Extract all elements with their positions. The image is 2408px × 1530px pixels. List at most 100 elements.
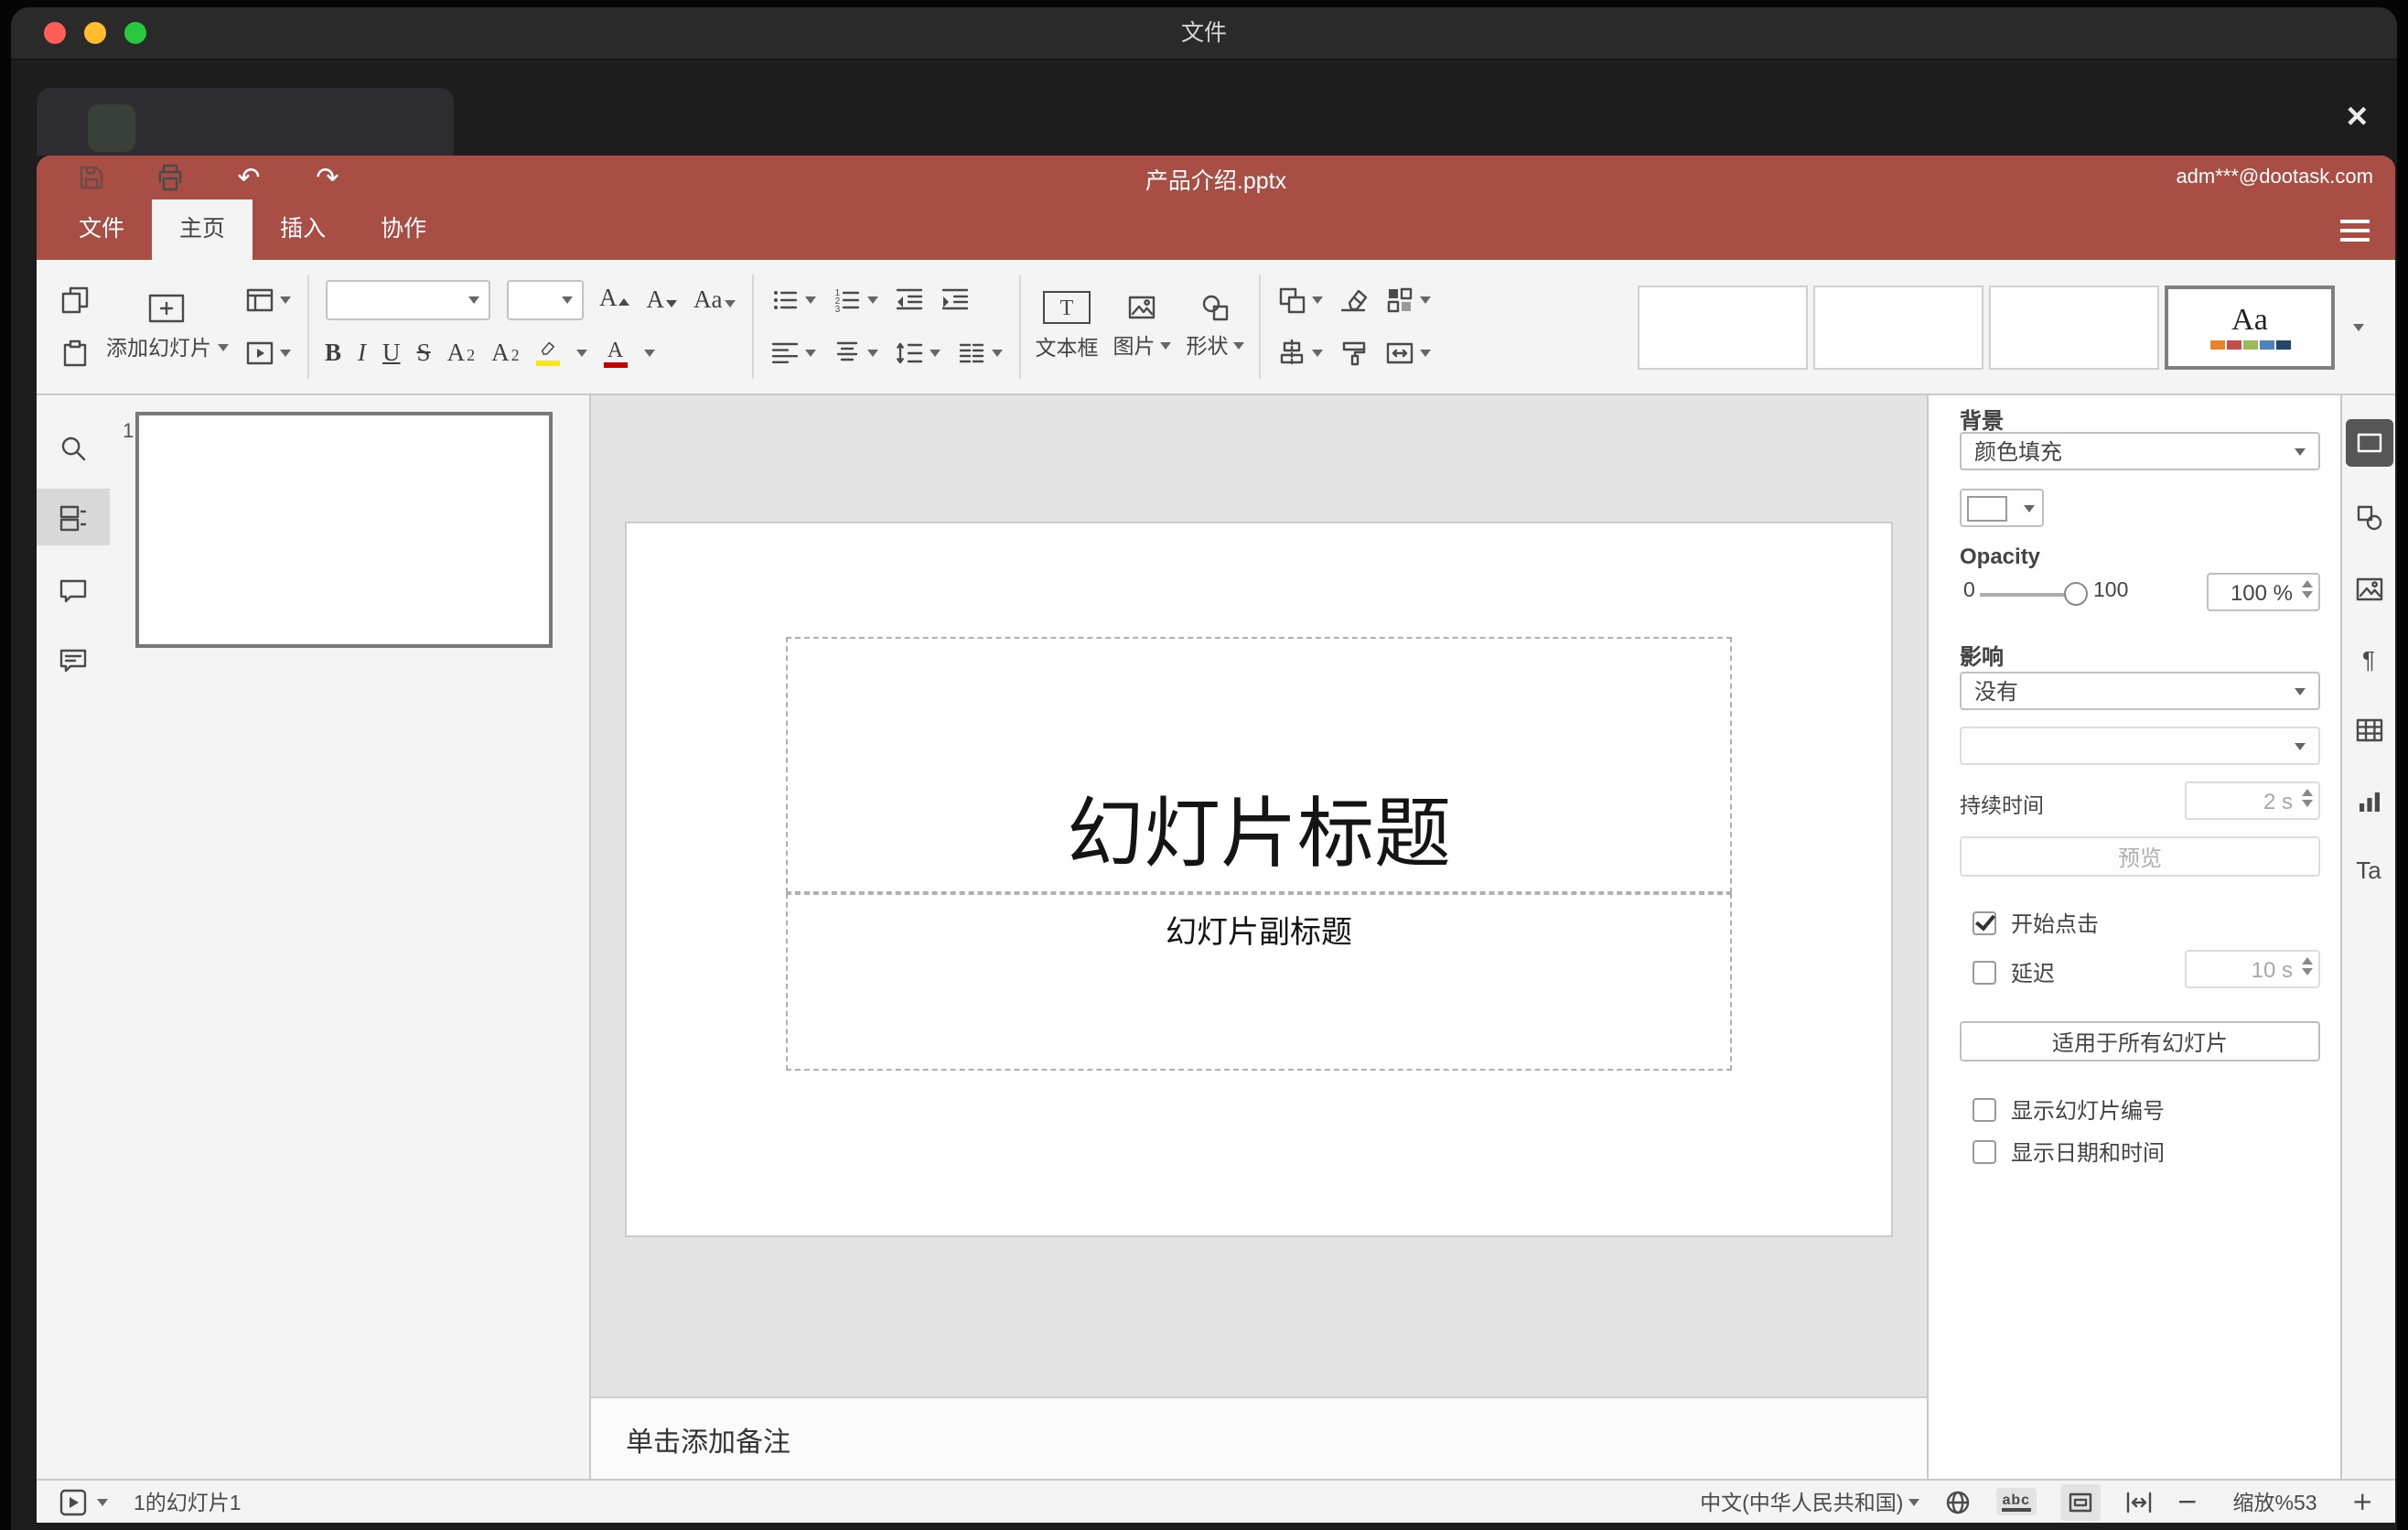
tab-collaboration[interactable]: 协作 bbox=[353, 199, 454, 260]
delay-checkbox[interactable] bbox=[1973, 961, 1996, 985]
columns-button[interactable] bbox=[957, 339, 1003, 368]
spellcheck-button[interactable]: abc bbox=[1996, 1488, 2037, 1515]
line-spacing-button[interactable] bbox=[895, 339, 941, 368]
superscript-button[interactable]: A2 bbox=[447, 339, 476, 368]
theme-tile-selected[interactable]: Aa bbox=[2165, 285, 2335, 369]
theme-gallery: Aa bbox=[1638, 260, 2381, 393]
slide-layout-button[interactable] bbox=[244, 286, 290, 315]
insert-image-button[interactable]: 图片 bbox=[1106, 260, 1179, 393]
copy-button[interactable] bbox=[60, 286, 90, 315]
shape-align-button[interactable] bbox=[1278, 339, 1324, 368]
spellcheck-icon: abc bbox=[2002, 1492, 2031, 1512]
table-settings-button[interactable] bbox=[2354, 716, 2383, 745]
decrease-indent-button[interactable] bbox=[895, 286, 924, 315]
vertical-align-button[interactable] bbox=[833, 339, 878, 368]
fill-color-select[interactable] bbox=[1960, 489, 2044, 527]
title-placeholder[interactable]: 幻灯片标题 bbox=[786, 637, 1732, 893]
redo-icon: ↷ bbox=[316, 160, 339, 193]
slide-number: 1 bbox=[123, 421, 134, 443]
decrement-font-size-button[interactable]: A bbox=[647, 286, 677, 315]
theme-tile[interactable] bbox=[1813, 285, 1983, 369]
clear-style-button[interactable] bbox=[1340, 286, 1370, 315]
preview-button[interactable]: 预览 bbox=[1960, 836, 2320, 877]
save-button[interactable] bbox=[75, 161, 108, 194]
theme-tile[interactable] bbox=[1638, 285, 1808, 369]
strikethrough-button[interactable]: S bbox=[417, 339, 431, 368]
tab-insert[interactable]: 插入 bbox=[253, 199, 353, 260]
opacity-input[interactable]: 100 % bbox=[2207, 573, 2320, 611]
numbering-button[interactable]: 123 bbox=[833, 286, 878, 315]
effect-variant-select[interactable] bbox=[1960, 727, 2320, 765]
font-name-select[interactable] bbox=[325, 280, 489, 320]
increment-font-size-button[interactable]: A bbox=[599, 283, 630, 318]
start-slideshow-status-button[interactable] bbox=[59, 1487, 88, 1516]
show-date-time-checkbox[interactable] bbox=[1973, 1140, 1996, 1164]
opacity-slider-knob[interactable] bbox=[2064, 582, 2088, 606]
show-date-time-label: 显示日期和时间 bbox=[2011, 1140, 2166, 1166]
subtitle-placeholder[interactable]: 幻灯片副标题 bbox=[786, 893, 1732, 1071]
copy-icon bbox=[61, 286, 89, 314]
paragraph-settings-button[interactable]: ¶ bbox=[2362, 646, 2375, 673]
duration-input[interactable]: 2 s bbox=[2185, 781, 2320, 820]
color-scheme-button[interactable] bbox=[1386, 286, 1432, 315]
print-button[interactable] bbox=[154, 161, 187, 194]
close-icon[interactable]: × bbox=[2347, 99, 2368, 135]
effect-select[interactable]: 没有 bbox=[1960, 672, 2320, 710]
redo-button[interactable]: ↷ bbox=[311, 161, 344, 194]
spinner-icon[interactable] bbox=[2302, 580, 2313, 598]
slide-canvas[interactable]: 幻灯片标题 幻灯片副标题 bbox=[627, 523, 1891, 1235]
slide-settings-button[interactable] bbox=[2345, 419, 2392, 467]
tab-home[interactable]: 主页 bbox=[152, 199, 253, 260]
font-size-select[interactable] bbox=[506, 280, 583, 320]
start-on-click-checkbox[interactable] bbox=[1973, 911, 1996, 935]
search-button[interactable] bbox=[37, 419, 110, 476]
highlighter-icon bbox=[541, 341, 554, 355]
slides-panel-button[interactable] bbox=[37, 489, 110, 545]
menu-icon[interactable] bbox=[2340, 219, 2370, 241]
shape-settings-button[interactable] bbox=[2354, 503, 2383, 533]
copy-style-button[interactable] bbox=[1340, 339, 1370, 368]
italic-button[interactable]: I bbox=[358, 339, 366, 368]
bullets-button[interactable] bbox=[770, 286, 816, 315]
document-language-button[interactable] bbox=[1943, 1487, 1973, 1516]
start-slideshow-button[interactable] bbox=[244, 339, 290, 368]
undo-button[interactable]: ↶ bbox=[232, 161, 265, 194]
horizontal-align-button[interactable] bbox=[770, 339, 816, 368]
chart-settings-button[interactable] bbox=[2354, 787, 2383, 816]
tab-file[interactable]: 文件 bbox=[51, 199, 152, 260]
notes-area[interactable]: 单击添加备注 bbox=[591, 1396, 1927, 1479]
add-slide-button[interactable]: 添加幻灯片 bbox=[99, 260, 235, 393]
apply-to-all-slides-button[interactable]: 适用于所有幻灯片 bbox=[1960, 1021, 2320, 1061]
delay-input[interactable]: 10 s bbox=[2185, 950, 2320, 988]
paste-button[interactable] bbox=[60, 339, 90, 368]
insert-textbox-button[interactable]: T 文本框 bbox=[1028, 260, 1106, 393]
insert-shape-button[interactable]: 形状 bbox=[1179, 260, 1252, 393]
spinner-icon[interactable] bbox=[2302, 789, 2313, 807]
theme-tile[interactable] bbox=[1989, 285, 2159, 369]
increase-indent-button[interactable] bbox=[941, 286, 970, 315]
show-slide-number-checkbox[interactable] bbox=[1973, 1098, 1996, 1122]
text-art-settings-button[interactable]: Ta bbox=[2356, 857, 2381, 884]
zoom-out-button[interactable]: − bbox=[2177, 1489, 2198, 1514]
bold-button[interactable]: B bbox=[325, 339, 341, 368]
comments-button[interactable] bbox=[37, 562, 110, 619]
spinner-icon[interactable] bbox=[2302, 957, 2313, 975]
highlight-color-button[interactable] bbox=[535, 340, 560, 366]
slide-thumbnail[interactable] bbox=[135, 412, 553, 648]
underline-button[interactable]: U bbox=[382, 339, 401, 368]
font-color-button[interactable]: A bbox=[603, 338, 628, 367]
language-select[interactable]: 中文(中华人民共和国) bbox=[1700, 1487, 1920, 1516]
change-case-button[interactable]: Aa bbox=[693, 286, 736, 315]
chat-button[interactable] bbox=[37, 631, 110, 688]
zoom-in-button[interactable]: + bbox=[2352, 1489, 2373, 1514]
arrange-shapes-button[interactable] bbox=[1278, 286, 1324, 315]
slide-size-button[interactable] bbox=[1386, 339, 1432, 368]
image-settings-button[interactable] bbox=[2354, 575, 2383, 604]
fill-type-select[interactable]: 颜色填充 bbox=[1960, 432, 2320, 470]
subscript-button[interactable]: A2 bbox=[491, 339, 520, 368]
opacity-slider-track[interactable] bbox=[1980, 593, 2071, 597]
gallery-expand-button[interactable] bbox=[2340, 285, 2377, 369]
chevron-down-icon bbox=[217, 343, 228, 350]
fit-to-slide-button[interactable] bbox=[2059, 1483, 2101, 1520]
fit-to-width-button[interactable] bbox=[2123, 1487, 2153, 1516]
